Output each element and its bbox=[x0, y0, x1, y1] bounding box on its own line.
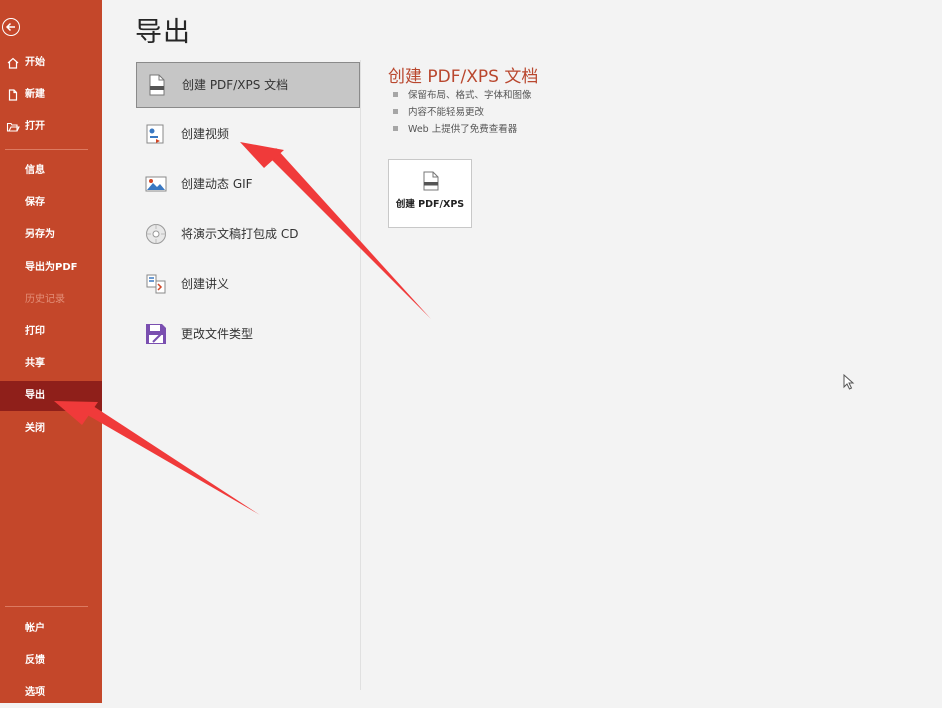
page-title: 导出 bbox=[135, 17, 191, 48]
nav-info[interactable]: 信息 bbox=[0, 156, 102, 186]
video-icon bbox=[146, 124, 164, 144]
nav-export-pdf-label: 导出为PDF bbox=[25, 262, 78, 273]
nav-save-as-label: 另存为 bbox=[25, 229, 55, 240]
detail-bullet: 内容不能轻易更改 bbox=[393, 104, 484, 118]
export-option-handouts[interactable]: 创建讲义 bbox=[136, 262, 360, 308]
nav-account[interactable]: 帐户 bbox=[0, 614, 102, 644]
nav-print[interactable]: 打印 bbox=[0, 317, 102, 347]
cd-disc-icon bbox=[146, 224, 166, 244]
create-pdf-xps-button[interactable]: 创建 PDF/XPS bbox=[388, 159, 472, 228]
nav-export-label: 导出 bbox=[25, 390, 45, 401]
export-option-gif[interactable]: 创建动态 GIF bbox=[136, 162, 360, 208]
nav-divider bbox=[5, 606, 88, 607]
nav-new[interactable]: 新建 bbox=[0, 80, 102, 110]
export-option-pdf-xps[interactable]: 创建 PDF/XPS 文档 bbox=[136, 62, 360, 108]
nav-info-label: 信息 bbox=[25, 165, 45, 176]
export-option-package-cd[interactable]: 将演示文稿打包成 CD bbox=[136, 212, 360, 258]
home-icon bbox=[7, 57, 19, 69]
export-option-change-file-type[interactable]: 更改文件类型 bbox=[136, 312, 360, 358]
column-divider bbox=[360, 60, 361, 690]
nav-account-label: 帐户 bbox=[25, 623, 45, 634]
open-folder-icon bbox=[6, 122, 20, 132]
nav-save[interactable]: 保存 bbox=[0, 188, 102, 218]
nav-home[interactable]: 开始 bbox=[0, 48, 102, 78]
detail-bullet: Web 上提供了免费查看器 bbox=[393, 121, 517, 135]
detail-title: 创建 PDF/XPS 文档 bbox=[388, 67, 539, 87]
nav-feedback[interactable]: 反馈 bbox=[0, 646, 102, 676]
gif-image-icon bbox=[145, 176, 167, 192]
nav-open[interactable]: 打开 bbox=[0, 112, 102, 142]
back-arrow-icon bbox=[5, 22, 15, 32]
bullet-text: 内容不能轻易更改 bbox=[408, 107, 485, 118]
handout-icon bbox=[146, 274, 166, 294]
nav-options-label: 选项 bbox=[25, 687, 45, 698]
nav-print-label: 打印 bbox=[25, 326, 45, 337]
pdf-document-icon bbox=[149, 74, 165, 96]
nav-share-label: 共享 bbox=[25, 358, 45, 369]
bullet-square-icon bbox=[393, 92, 398, 97]
bullet-text: Web 上提供了免费查看器 bbox=[408, 124, 518, 135]
nav-divider bbox=[5, 149, 88, 150]
export-option-label: 创建讲义 bbox=[181, 277, 230, 291]
bullet-square-icon bbox=[393, 126, 398, 131]
create-pdf-xps-button-label: 创建 PDF/XPS bbox=[395, 199, 465, 210]
new-document-icon bbox=[8, 89, 18, 101]
mouse-cursor-icon bbox=[843, 374, 855, 390]
export-option-label: 创建视频 bbox=[181, 127, 230, 141]
bullet-text: 保留布局、格式、字体和图像 bbox=[408, 90, 532, 101]
backstage-sidebar: 开始 新建 打开 信息 保存 另存为 导出为PDF 历史记录 打印 共享 导出 … bbox=[0, 0, 102, 703]
nav-close-label: 关闭 bbox=[25, 423, 45, 434]
export-option-label: 将演示文稿打包成 CD bbox=[181, 227, 299, 241]
nav-options[interactable]: 选项 bbox=[0, 678, 102, 708]
nav-history: 历史记录 bbox=[0, 285, 102, 315]
nav-open-label: 打开 bbox=[25, 121, 45, 132]
nav-close[interactable]: 关闭 bbox=[0, 414, 102, 444]
nav-feedback-label: 反馈 bbox=[25, 655, 45, 666]
nav-export-pdf[interactable]: 导出为PDF bbox=[0, 253, 102, 283]
nav-home-label: 开始 bbox=[25, 57, 45, 68]
export-option-label: 创建 PDF/XPS 文档 bbox=[182, 78, 289, 92]
save-as-type-icon bbox=[146, 324, 166, 344]
export-option-video[interactable]: 创建视频 bbox=[136, 112, 360, 158]
nav-save-label: 保存 bbox=[25, 197, 45, 208]
nav-export[interactable]: 导出 bbox=[0, 381, 102, 411]
nav-share[interactable]: 共享 bbox=[0, 349, 102, 379]
bullet-square-icon bbox=[393, 109, 398, 114]
pdf-document-icon bbox=[423, 171, 439, 191]
detail-bullet: 保留布局、格式、字体和图像 bbox=[393, 87, 532, 101]
nav-history-label: 历史记录 bbox=[25, 294, 65, 305]
export-option-label: 更改文件类型 bbox=[181, 327, 254, 341]
nav-save-as[interactable]: 另存为 bbox=[0, 220, 102, 250]
export-option-label: 创建动态 GIF bbox=[181, 177, 253, 191]
nav-new-label: 新建 bbox=[25, 89, 45, 100]
back-button[interactable] bbox=[2, 18, 20, 36]
